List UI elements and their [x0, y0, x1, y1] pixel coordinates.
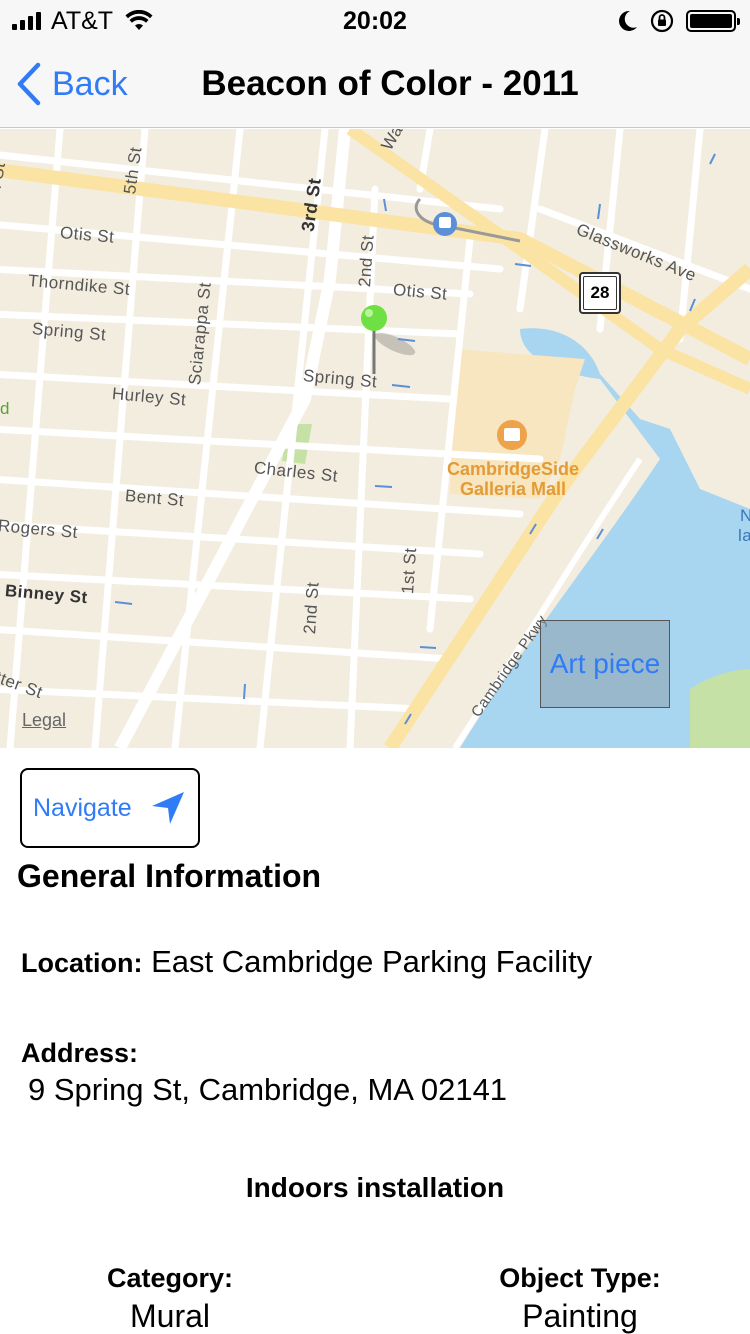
- map-street-label: d: [0, 399, 10, 418]
- map-street-label: 2nd St: [355, 234, 378, 288]
- battery-icon: [686, 10, 740, 32]
- back-button[interactable]: Back: [16, 60, 128, 108]
- page-title: Beacon of Color - 2011: [201, 64, 579, 103]
- location-row: Location: East Cambridge Parking Facilit…: [21, 944, 592, 980]
- route-shield: 28: [579, 272, 621, 314]
- navigate-button[interactable]: Navigate: [20, 768, 200, 848]
- poi-label[interactable]: CambridgeSide Galleria Mall: [428, 459, 598, 499]
- category-value: Mural: [129, 1298, 210, 1334]
- map-water-label: N: [740, 506, 750, 525]
- location-value: East Cambridge Parking Facility: [151, 944, 593, 979]
- poi-label-line1: CambridgeSide: [446, 459, 580, 479]
- location-label: Location:: [21, 948, 143, 978]
- address-label: Address:: [21, 1038, 139, 1068]
- object-type-value: Painting: [522, 1298, 638, 1334]
- map-street-label: 1st St: [398, 546, 421, 595]
- location-arrow-icon: [151, 792, 184, 824]
- object-type-label: Object Type:: [499, 1263, 661, 1293]
- back-label: Back: [52, 64, 128, 103]
- art-piece-callout[interactable]: Art piece: [540, 620, 670, 708]
- status-bar: AT&T 20:02: [0, 0, 750, 40]
- poi-label-line2: Galleria Mall: [459, 479, 567, 499]
- navigation-bar: Back Beacon of Color - 2011: [0, 40, 750, 128]
- installation-type: Indoors installation: [245, 1172, 505, 1203]
- map-street-label: 2nd St: [300, 581, 323, 635]
- category-label: Category:: [106, 1263, 234, 1293]
- rotation-lock-icon: [650, 9, 674, 33]
- moon-icon: [619, 10, 637, 31]
- address-value: 9 Spring St, Cambridge, MA 02141: [28, 1072, 508, 1107]
- chevron-left-icon: [17, 62, 41, 106]
- navigate-label: Navigate: [33, 793, 132, 822]
- legal-link[interactable]: Legal: [22, 710, 66, 731]
- status-right: [618, 6, 740, 36]
- object-type-column: Object Type: Painting: [450, 1263, 710, 1334]
- map-water-label: la: [738, 526, 750, 545]
- route-number: 28: [583, 276, 617, 310]
- section-title: General Information: [17, 858, 322, 894]
- map-view[interactable]: 7th St 5th St 3rd St 2nd St Otis St Otis…: [0, 129, 750, 748]
- category-column: Category: Mural: [70, 1263, 270, 1334]
